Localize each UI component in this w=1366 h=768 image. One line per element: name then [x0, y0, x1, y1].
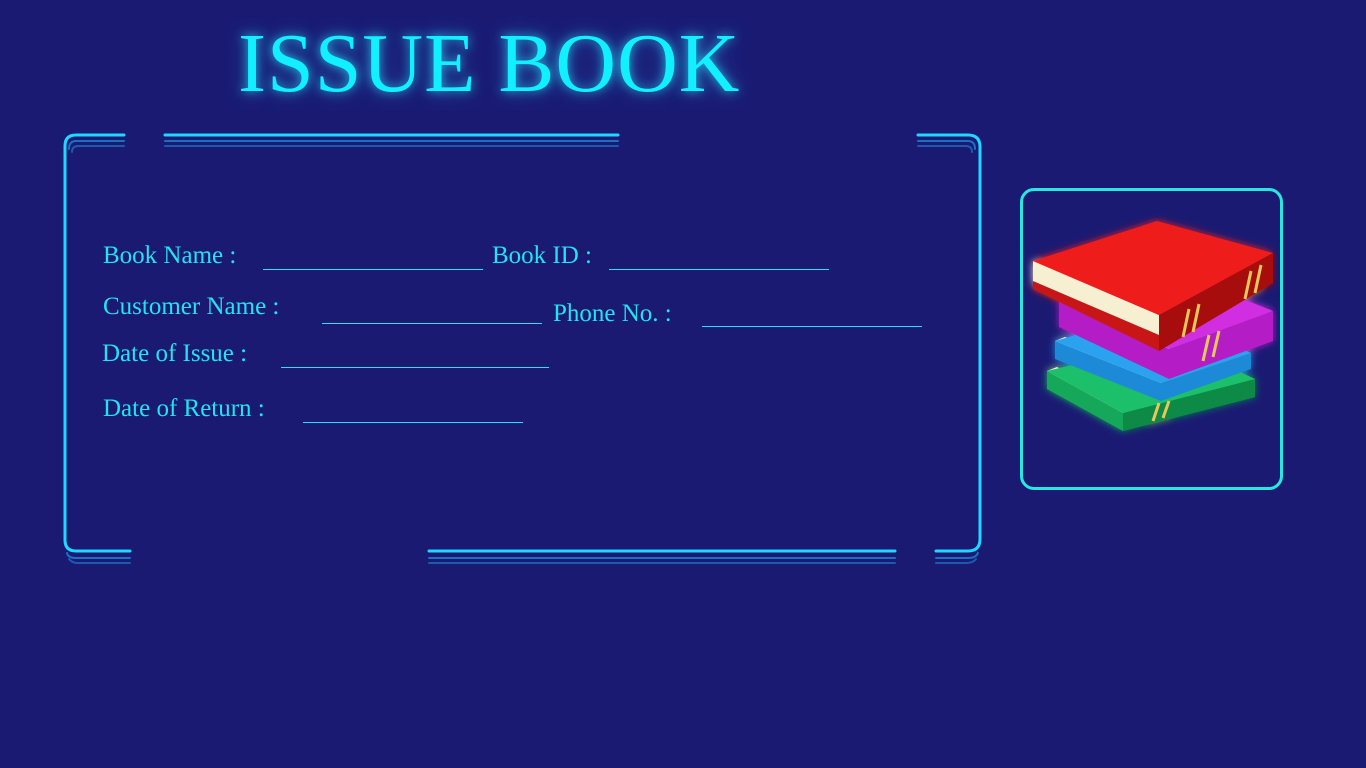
- customer-name-input[interactable]: [322, 298, 542, 324]
- date-of-return-input[interactable]: [303, 397, 523, 423]
- phone-label: Phone No. :: [553, 300, 672, 327]
- date-of-issue-label: Date of Issue :: [102, 340, 248, 367]
- customer-name-label: Customer Name :: [103, 293, 280, 320]
- page-title: ISSUE BOOK: [238, 17, 741, 110]
- date-of-issue-input[interactable]: [281, 342, 549, 368]
- book-image-panel: [1020, 188, 1283, 490]
- book-name-input[interactable]: [263, 244, 483, 270]
- stacked-books-icon: [1033, 221, 1273, 431]
- book-name-label: Book Name :: [103, 242, 237, 269]
- book-id-input[interactable]: [609, 244, 829, 270]
- phone-input[interactable]: [702, 301, 922, 327]
- date-of-return-label: Date of Return :: [103, 395, 265, 422]
- book-id-label: Book ID :: [492, 242, 592, 269]
